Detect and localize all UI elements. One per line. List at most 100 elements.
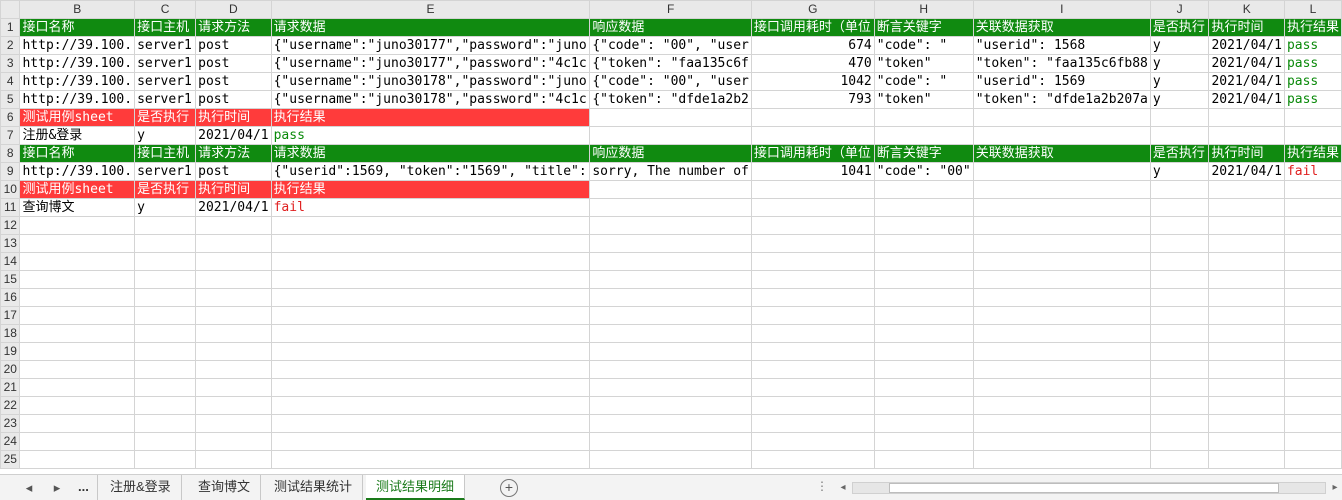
- prev-sheet-icon[interactable]: ◂: [20, 479, 38, 497]
- cell[interactable]: [750, 342, 875, 361]
- cell[interactable]: [1283, 378, 1342, 397]
- cell[interactable]: [873, 216, 974, 235]
- header-cell[interactable]: 接口调用耗时（单位: [750, 144, 875, 163]
- column-header[interactable]: B: [19, 0, 136, 19]
- cell[interactable]: [589, 324, 752, 343]
- cell[interactable]: [1208, 342, 1285, 361]
- cell[interactable]: [19, 414, 136, 433]
- cell[interactable]: [1149, 378, 1210, 397]
- cell[interactable]: [972, 450, 1151, 469]
- cell[interactable]: [19, 450, 136, 469]
- cell[interactable]: [750, 198, 875, 217]
- cell[interactable]: [195, 432, 272, 451]
- cell[interactable]: "userid": 1569: [972, 72, 1151, 91]
- cell[interactable]: [1208, 288, 1285, 307]
- column-header[interactable]: L: [1283, 0, 1342, 19]
- cell[interactable]: [134, 396, 197, 415]
- cell[interactable]: [1149, 216, 1210, 235]
- cell[interactable]: [972, 396, 1151, 415]
- cell[interactable]: [134, 270, 197, 289]
- cell[interactable]: [750, 252, 875, 271]
- cell[interactable]: [19, 306, 136, 325]
- cell[interactable]: [270, 360, 591, 379]
- cell[interactable]: [1283, 126, 1342, 145]
- cell[interactable]: {"code": "00", "user: [589, 36, 752, 55]
- cell[interactable]: [19, 378, 136, 397]
- summary-header-cell[interactable]: 执行结果: [270, 108, 591, 127]
- cell[interactable]: [750, 324, 875, 343]
- cell[interactable]: [972, 270, 1151, 289]
- cell[interactable]: [1208, 324, 1285, 343]
- summary-cell[interactable]: y: [134, 198, 197, 217]
- cell[interactable]: [589, 378, 752, 397]
- cell[interactable]: [589, 414, 752, 433]
- cell[interactable]: [19, 216, 136, 235]
- header-cell[interactable]: 执行结果: [1283, 144, 1342, 163]
- tab-test-result-details[interactable]: 测试结果明细: [366, 475, 466, 500]
- cell[interactable]: [1208, 108, 1285, 127]
- cell[interactable]: 2021/04/1: [1208, 36, 1285, 55]
- cell[interactable]: http://39.100.: [19, 90, 136, 109]
- cell[interactable]: {"token": "dfde1a2b2: [589, 90, 752, 109]
- cell[interactable]: [19, 288, 136, 307]
- select-all-corner[interactable]: [0, 0, 21, 19]
- row-header[interactable]: 1: [0, 18, 21, 37]
- row-header[interactable]: 15: [0, 270, 21, 289]
- summary-cell[interactable]: 注册&登录: [19, 126, 136, 145]
- row-header[interactable]: 23: [0, 414, 21, 433]
- cell[interactable]: [972, 324, 1151, 343]
- tab-register-login[interactable]: 注册&登录: [100, 475, 182, 500]
- scroll-left-icon[interactable]: ◂: [836, 481, 850, 495]
- cell[interactable]: [19, 360, 136, 379]
- row-header[interactable]: 20: [0, 360, 21, 379]
- cell[interactable]: [589, 432, 752, 451]
- row-header[interactable]: 24: [0, 432, 21, 451]
- header-cell[interactable]: 断言关键字: [873, 144, 974, 163]
- cell[interactable]: [1208, 234, 1285, 253]
- row-header[interactable]: 7: [0, 126, 21, 145]
- column-header[interactable]: H: [873, 0, 974, 19]
- cell[interactable]: [270, 216, 591, 235]
- cell[interactable]: y: [1149, 72, 1210, 91]
- cell[interactable]: {"username":"juno30178","password":"4c1c: [270, 90, 591, 109]
- cell[interactable]: [589, 360, 752, 379]
- cell[interactable]: [1149, 342, 1210, 361]
- cell[interactable]: [19, 324, 136, 343]
- cell[interactable]: [873, 378, 974, 397]
- column-header[interactable]: K: [1208, 0, 1285, 19]
- header-cell[interactable]: 接口名称: [19, 18, 136, 37]
- cell[interactable]: [589, 108, 752, 127]
- cell[interactable]: [1149, 234, 1210, 253]
- cell[interactable]: [589, 252, 752, 271]
- cell[interactable]: [873, 324, 974, 343]
- cell[interactable]: post: [195, 72, 272, 91]
- row-header[interactable]: 19: [0, 342, 21, 361]
- cell[interactable]: [270, 270, 591, 289]
- cell[interactable]: [972, 216, 1151, 235]
- cell[interactable]: [1208, 216, 1285, 235]
- cell[interactable]: [972, 252, 1151, 271]
- cell[interactable]: [1149, 252, 1210, 271]
- cell[interactable]: [270, 396, 591, 415]
- cell[interactable]: [589, 306, 752, 325]
- summary-cell[interactable]: y: [134, 126, 197, 145]
- cell[interactable]: [270, 234, 591, 253]
- cell[interactable]: server1: [134, 162, 197, 181]
- more-sheets-button[interactable]: ...: [70, 475, 98, 500]
- cell[interactable]: 2021/04/1: [1208, 90, 1285, 109]
- row-header[interactable]: 22: [0, 396, 21, 415]
- cell[interactable]: [1283, 180, 1342, 199]
- header-cell[interactable]: 断言关键字: [873, 18, 974, 37]
- row-header[interactable]: 6: [0, 108, 21, 127]
- cell[interactable]: [873, 342, 974, 361]
- cell[interactable]: [1208, 270, 1285, 289]
- header-cell[interactable]: 接口调用耗时（单位: [750, 18, 875, 37]
- row-header[interactable]: 4: [0, 72, 21, 91]
- cell[interactable]: [1283, 270, 1342, 289]
- cell[interactable]: "token": [873, 90, 974, 109]
- cell[interactable]: 2021/04/1: [1208, 72, 1285, 91]
- cell[interactable]: 470: [750, 54, 875, 73]
- row-header[interactable]: 9: [0, 162, 21, 181]
- cell[interactable]: [195, 396, 272, 415]
- cell[interactable]: [195, 414, 272, 433]
